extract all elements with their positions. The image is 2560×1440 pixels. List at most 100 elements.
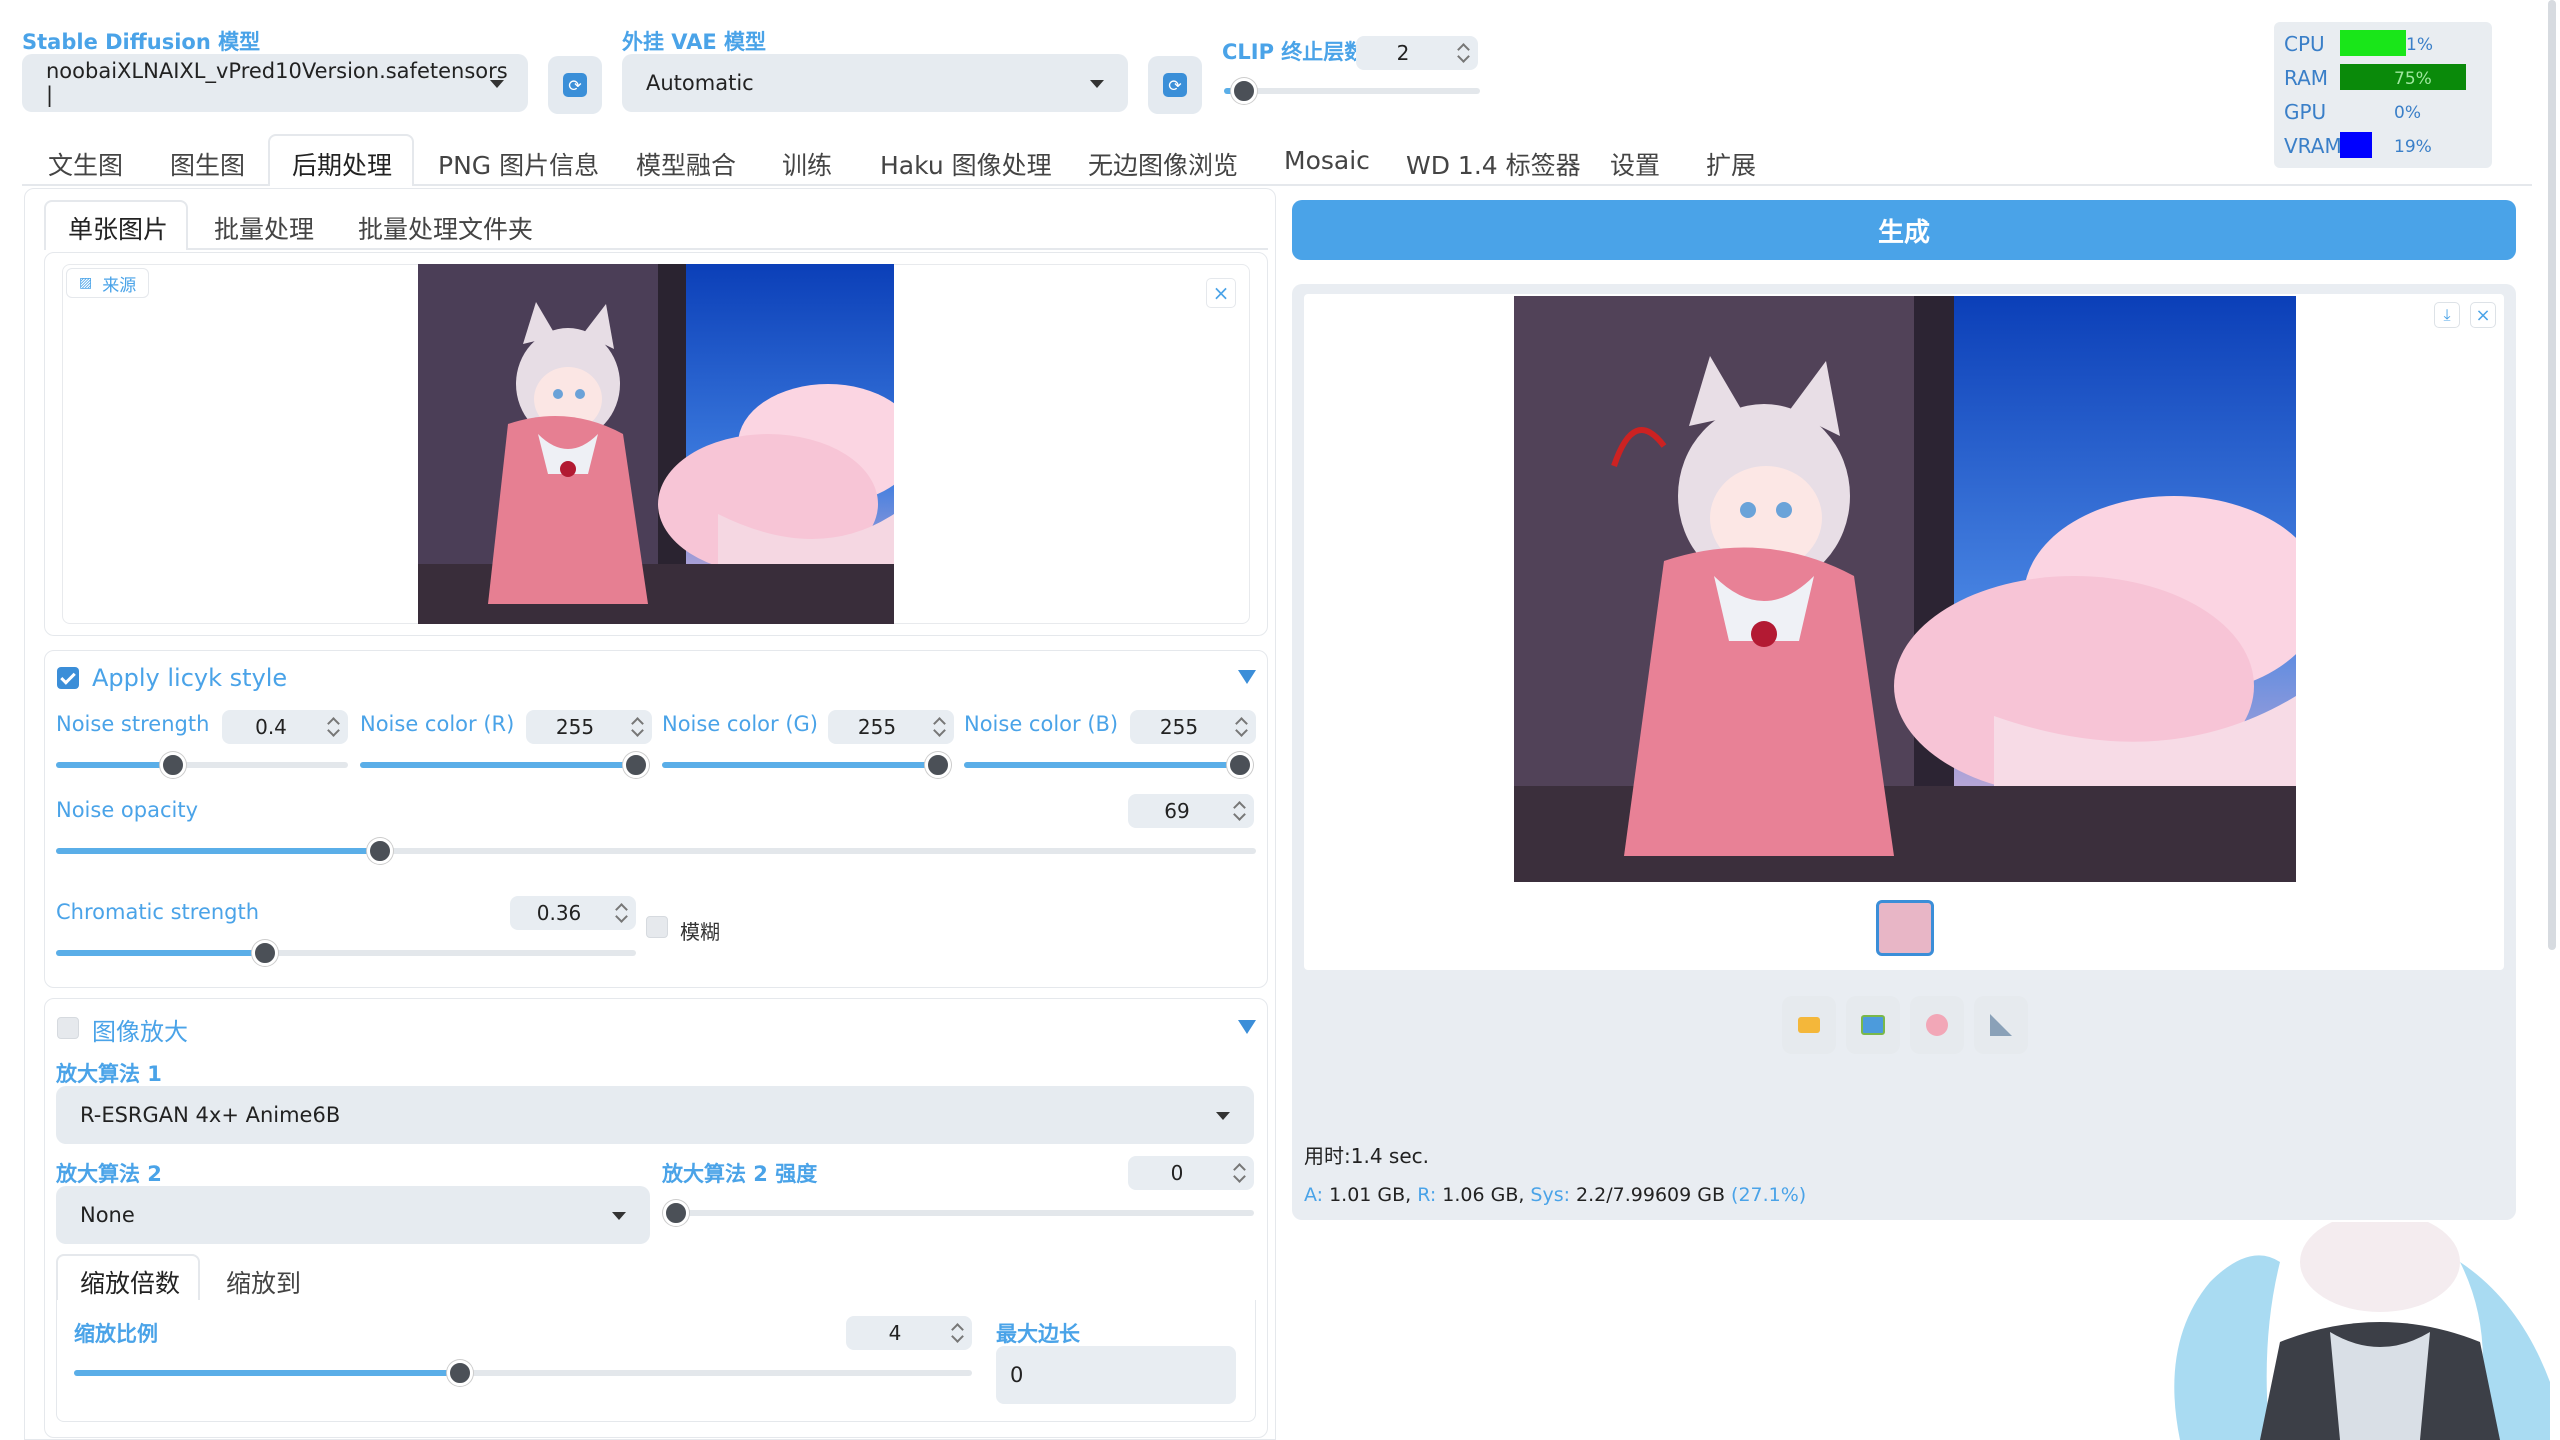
slider-thumb[interactable] <box>663 1200 689 1226</box>
noise-r-input[interactable]: 255 <box>526 710 652 744</box>
spinner-icon[interactable] <box>932 716 946 738</box>
scale-input[interactable]: 4 <box>846 1316 972 1350</box>
send-to-extras-button[interactable] <box>1974 996 2028 1054</box>
noise-strength-input[interactable]: 0.4 <box>222 710 348 744</box>
scale-slider[interactable] <box>74 1360 972 1386</box>
slider-thumb[interactable] <box>623 752 649 778</box>
chromatic-slider[interactable] <box>56 940 636 966</box>
slider-thumb[interactable] <box>925 752 951 778</box>
spinner-icon[interactable] <box>1456 42 1470 64</box>
subtab-single[interactable]: 单张图片 <box>68 210 168 246</box>
spinner-icon[interactable] <box>1232 800 1246 822</box>
mem-a-label: A: <box>1304 1184 1324 1206</box>
upscaler1-dropdown[interactable]: R-ESRGAN 4x+ Anime6B <box>56 1086 1254 1144</box>
palette-icon <box>1926 1014 1948 1036</box>
tab-scale-to[interactable]: 缩放到 <box>226 1264 301 1300</box>
spinner-icon[interactable] <box>630 716 644 738</box>
slider-thumb[interactable] <box>1227 752 1253 778</box>
upscaler2-dropdown[interactable]: None <box>56 1186 650 1244</box>
collapse-triangle-icon[interactable] <box>1238 1020 1256 1034</box>
generate-button[interactable]: 生成 <box>1292 200 2516 260</box>
noise-g-label: Noise color (G) <box>662 712 818 736</box>
vram-value: 19% <box>2394 137 2432 157</box>
page-scrollbar[interactable] <box>2548 0 2556 950</box>
noise-r-label: Noise color (R) <box>360 712 515 736</box>
vae-dropdown[interactable]: Automatic <box>622 54 1128 112</box>
upscale-checkbox[interactable] <box>57 1017 79 1039</box>
upscaler2-strength-input[interactable]: 0 <box>1128 1156 1254 1190</box>
clip-label: CLIP 终止层数 <box>1222 40 1366 64</box>
open-folder-button[interactable] <box>1782 996 1836 1054</box>
send-to-inpaint-button[interactable] <box>1910 996 1964 1054</box>
tab-scale-by[interactable]: 缩放倍数 <box>80 1264 180 1300</box>
mem-sys-value: 2.2/7.99609 GB <box>1576 1184 1726 1206</box>
tab-model-merge[interactable]: 模型融合 <box>636 146 736 182</box>
noise-b-slider[interactable] <box>964 752 1253 778</box>
clear-source-button[interactable]: × <box>1206 278 1236 308</box>
sd-model-dropdown[interactable]: noobaiXLNAIXL_vPred10Version.safetensors… <box>22 54 528 112</box>
slider-thumb[interactable] <box>159 752 186 778</box>
spinner-icon[interactable] <box>326 716 340 738</box>
upscaler2-strength-value: 0 <box>1170 1161 1184 1185</box>
upscaler2-label: 放大算法 2 <box>56 1162 162 1186</box>
noise-opacity-input[interactable]: 69 <box>1128 794 1254 828</box>
vae-value: Automatic <box>646 71 754 95</box>
blur-checkbox[interactable] <box>646 916 668 938</box>
chromatic-input[interactable]: 0.36 <box>510 896 636 930</box>
output-image <box>1514 296 2296 882</box>
close-output-button[interactable]: × <box>2470 302 2496 328</box>
gpu-value: 0% <box>2394 103 2421 123</box>
licyk-checkbox[interactable] <box>57 667 79 689</box>
refresh-model-button[interactable]: ⟳ <box>548 56 602 114</box>
noise-b-input[interactable]: 255 <box>1130 710 1256 744</box>
max-side-input[interactable]: 0 <box>996 1346 1236 1404</box>
spinner-icon[interactable] <box>950 1322 964 1344</box>
tab-mosaic[interactable]: Mosaic <box>1284 146 1370 175</box>
upscaler2-strength-slider[interactable] <box>663 1200 1254 1226</box>
slider-thumb[interactable] <box>1231 78 1258 104</box>
noise-g-input[interactable]: 255 <box>828 710 954 744</box>
tab-extensions[interactable]: 扩展 <box>1706 146 1756 182</box>
clip-number-input[interactable]: 2 <box>1356 36 1478 70</box>
tab-txt2img[interactable]: 文生图 <box>48 146 123 182</box>
collapse-triangle-icon[interactable] <box>1238 670 1256 684</box>
noise-r-slider[interactable] <box>360 752 649 778</box>
slider-thumb[interactable] <box>447 1360 474 1386</box>
slider-thumb[interactable] <box>367 838 393 864</box>
send-to-img2img-button[interactable] <box>1846 996 1900 1054</box>
mem-pct: (27.1%) <box>1731 1184 1807 1206</box>
refresh-icon: ⟳ <box>563 73 587 97</box>
tab-extras[interactable]: 后期处理 <box>292 146 392 182</box>
tab-img2img[interactable]: 图生图 <box>170 146 245 182</box>
mem-r-value: 1.06 GB, <box>1442 1184 1525 1206</box>
clip-slider[interactable] <box>1224 78 1480 104</box>
tab-train[interactable]: 训练 <box>782 146 832 182</box>
chromatic-label: Chromatic strength <box>56 900 260 924</box>
spinner-icon[interactable] <box>614 902 628 924</box>
upscaler1-label: 放大算法 1 <box>56 1062 162 1086</box>
close-icon: × <box>1212 281 1230 305</box>
tab-png-info[interactable]: PNG 图片信息 <box>438 146 599 182</box>
tab-image-browser[interactable]: 无边图像浏览 <box>1088 146 1238 182</box>
sd-model-value: noobaiXLNAIXL_vPred10Version.safetensors… <box>46 59 508 107</box>
tab-settings[interactable]: 设置 <box>1610 146 1660 182</box>
download-icon: ⤓ <box>2443 305 2451 324</box>
spinner-icon[interactable] <box>1234 716 1248 738</box>
noise-strength-value: 0.4 <box>255 715 287 739</box>
noise-opacity-slider[interactable] <box>56 838 1256 864</box>
output-thumbnail[interactable] <box>1876 900 1934 956</box>
spinner-icon[interactable] <box>1232 1162 1246 1184</box>
subtab-batch-folder[interactable]: 批量处理文件夹 <box>358 210 533 246</box>
refresh-vae-button[interactable]: ⟳ <box>1148 56 1202 114</box>
tab-wd-tagger[interactable]: WD 1.4 标签器 <box>1406 146 1581 182</box>
subtab-batch[interactable]: 批量处理 <box>214 210 314 246</box>
subtab-divider <box>44 248 1268 250</box>
noise-strength-slider[interactable] <box>56 752 348 778</box>
noise-g-slider[interactable] <box>662 752 951 778</box>
spinner-icon[interactable] <box>1206 1364 1220 1386</box>
blur-label: 模糊 <box>680 920 720 944</box>
slider-thumb[interactable] <box>251 940 278 966</box>
mem-sys-label: Sys: <box>1530 1184 1571 1206</box>
tab-haku[interactable]: Haku 图像处理 <box>880 146 1052 182</box>
download-button[interactable]: ⤓ <box>2434 302 2460 328</box>
